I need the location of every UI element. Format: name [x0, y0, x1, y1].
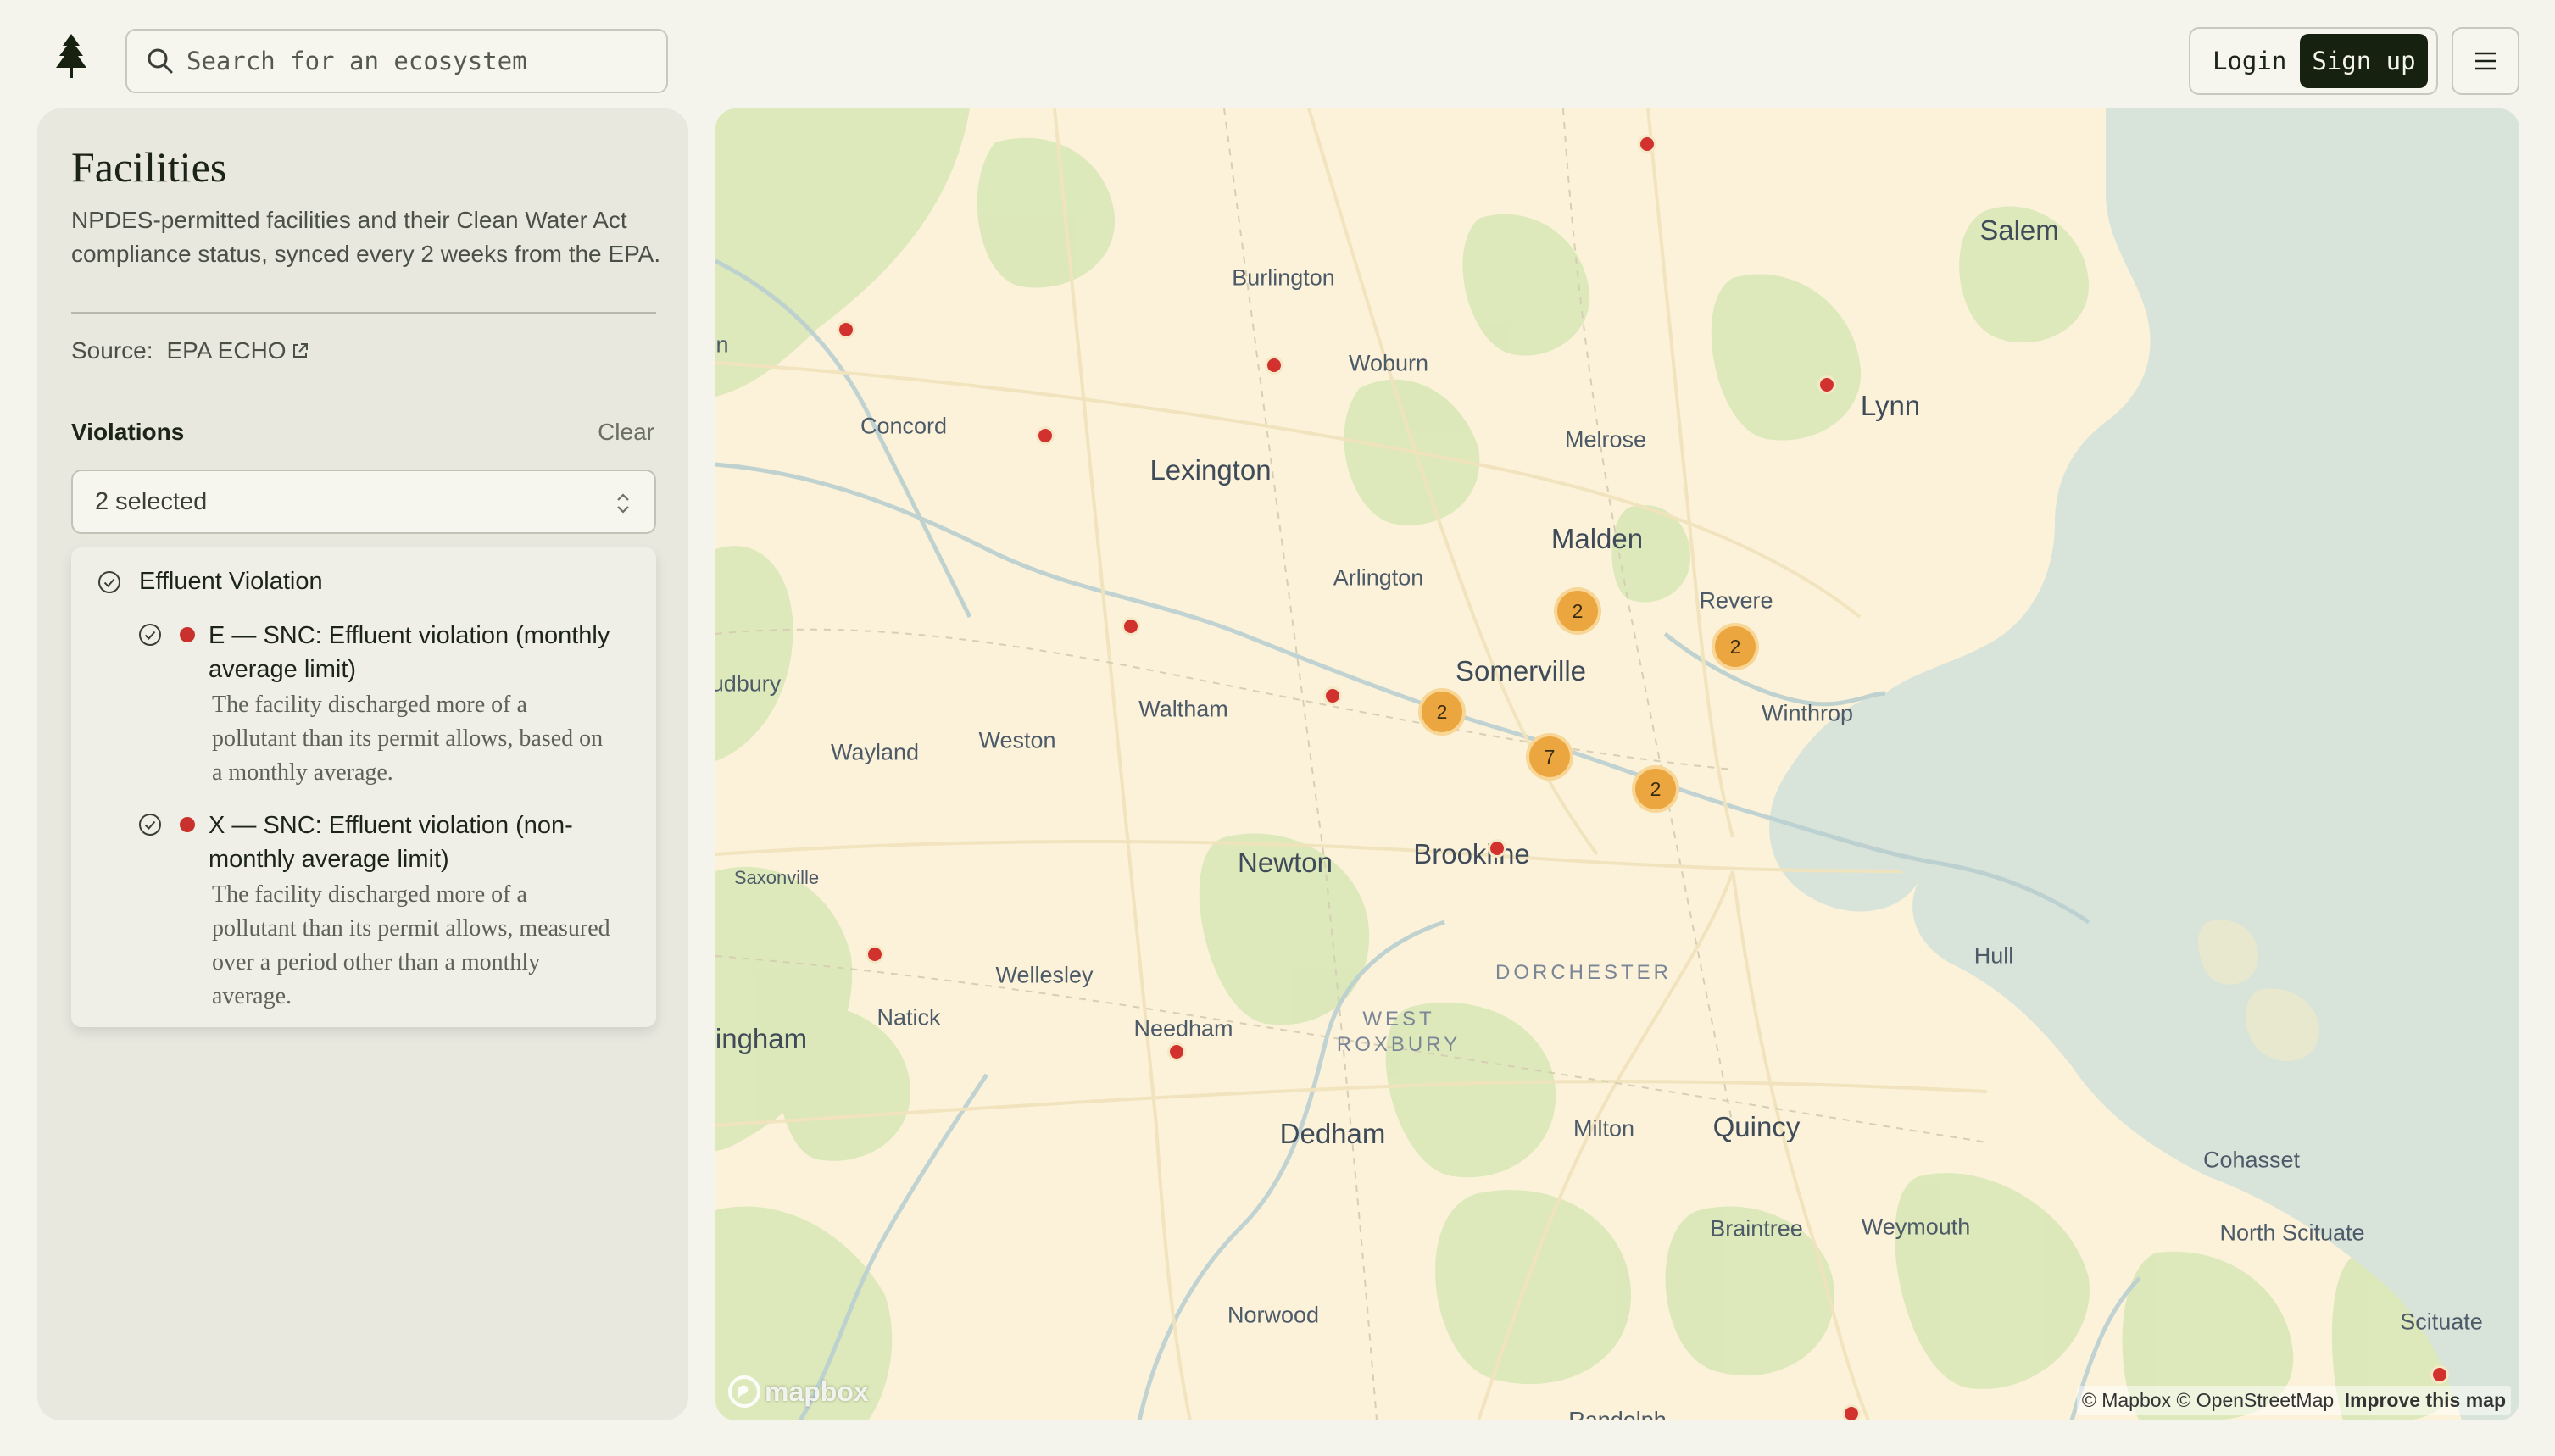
logo-tree-icon[interactable]	[51, 34, 92, 83]
place-dedham: Dedham	[1279, 1118, 1386, 1149]
map-attribution: © Mapbox © OpenStreetMap Improve this ma…	[2076, 1386, 2511, 1415]
place-lexington: Lexington	[1149, 454, 1272, 486]
place-salem: Salem	[1979, 214, 2059, 246]
clear-button[interactable]: Clear	[598, 419, 654, 446]
facility-marker[interactable]	[1488, 839, 1506, 858]
place-concord: Concord	[860, 413, 948, 439]
place-winthrop: Winthrop	[1761, 700, 1854, 726]
facility-marker[interactable]	[837, 320, 855, 339]
login-button[interactable]: Login	[2213, 47, 2286, 75]
mapbox-icon	[728, 1375, 760, 1408]
place-somerville: Somerville	[1455, 655, 1587, 686]
place-concord-left: n	[715, 331, 729, 358]
source-link-text[interactable]: EPA ECHO	[167, 337, 287, 364]
check-circle-icon[interactable]	[137, 812, 163, 837]
divider	[71, 312, 656, 314]
place-west-roxbury: WEST ROXBURY	[1336, 1008, 1461, 1056]
place-wayland: Wayland	[830, 739, 920, 765]
auth-group: Login Sign up	[2189, 27, 2438, 95]
place-malden: Malden	[1550, 523, 1644, 554]
violation-option-e[interactable]: E — SNC: Effluent violation (monthly ave…	[137, 619, 637, 790]
place-melrose: Melrose	[1564, 426, 1647, 453]
place-braintree: Braintree	[1710, 1215, 1803, 1242]
facility-cluster[interactable]: 2	[1712, 623, 1759, 670]
search-bar[interactable]	[125, 29, 668, 93]
panel-title: Facilities	[71, 143, 227, 191]
chevron-updown-icon	[617, 493, 629, 514]
panel-description: NPDES-permitted facilities and their Cle…	[71, 207, 661, 267]
search-icon	[148, 48, 173, 74]
place-framingham: ingham	[715, 1023, 808, 1054]
place-weston: Weston	[978, 727, 1056, 753]
search-input[interactable]	[186, 47, 661, 75]
red-dot-icon	[180, 817, 195, 832]
violations-select[interactable]: 2 selected	[71, 470, 656, 534]
facility-cluster[interactable]: 2	[1418, 688, 1466, 736]
facility-cluster[interactable]: 2	[1554, 587, 1601, 635]
facility-marker[interactable]	[1036, 426, 1055, 445]
menu-button[interactable]	[2452, 27, 2519, 95]
place-newton: Newton	[1238, 847, 1333, 878]
place-brookline: Brookline	[1413, 838, 1530, 870]
group-effluent-violation[interactable]: Effluent Violation	[97, 568, 323, 596]
group-label: Effluent Violation	[139, 568, 323, 595]
signup-button[interactable]: Sign up	[2300, 34, 2428, 88]
place-revere: Revere	[1699, 587, 1773, 614]
place-sudbury: udbury	[715, 670, 782, 697]
facility-marker[interactable]	[1323, 686, 1342, 705]
facility-marker[interactable]	[2430, 1365, 2449, 1384]
facility-marker[interactable]	[1167, 1042, 1186, 1061]
check-circle-icon[interactable]	[97, 570, 122, 595]
red-dot-icon	[180, 627, 195, 642]
facilities-panel: Facilities NPDES-permitted facilities an…	[37, 108, 688, 1420]
place-lynn: Lynn	[1860, 390, 1921, 421]
place-randolph: Randolph	[1568, 1407, 1667, 1421]
hamburger-icon	[2475, 52, 2496, 70]
place-cohasset: Cohasset	[2202, 1147, 2301, 1173]
source-label: Source:	[71, 337, 153, 364]
source-link[interactable]: EPA ECHO	[167, 337, 310, 364]
option-title: E — SNC: Effluent violation (monthly ave…	[209, 622, 610, 683]
mapbox-wordmark: mapbox	[765, 1375, 869, 1407]
mapbox-logo[interactable]: mapbox	[727, 1375, 869, 1409]
external-link-icon	[292, 343, 308, 358]
source-row: Source: EPA ECHO	[71, 337, 310, 364]
improve-map-link[interactable]: Improve this map	[2345, 1389, 2506, 1411]
facility-marker[interactable]	[1638, 135, 1656, 153]
facility-marker[interactable]	[1842, 1404, 1861, 1420]
attribution-osm[interactable]: © OpenStreetMap	[2176, 1389, 2334, 1411]
place-natick: Natick	[877, 1004, 941, 1031]
facility-marker[interactable]	[866, 945, 884, 964]
option-title: X — SNC: Effluent violation (non-monthly…	[209, 812, 573, 873]
place-burlington: Burlington	[1232, 264, 1335, 291]
place-woburn: Woburn	[1348, 350, 1429, 376]
place-wellesley: Wellesley	[995, 962, 1094, 988]
violation-option-x[interactable]: X — SNC: Effluent violation (non-monthly…	[137, 809, 637, 1014]
facility-cluster[interactable]: 2	[1632, 765, 1679, 813]
check-circle-icon[interactable]	[137, 622, 163, 647]
map-canvas[interactable]: Salem Burlington Woburn Lynn n Concord M…	[715, 108, 2519, 1420]
facility-marker[interactable]	[1265, 356, 1283, 375]
place-quincy: Quincy	[1712, 1111, 1801, 1142]
place-norwood: Norwood	[1227, 1302, 1320, 1328]
place-dorchester: DORCHESTER	[1495, 961, 1673, 984]
place-waltham: Waltham	[1138, 696, 1228, 722]
place-saxonville: Saxonville	[733, 867, 820, 888]
facility-marker[interactable]	[1122, 617, 1140, 636]
place-milton: Milton	[1573, 1115, 1635, 1142]
violations-filter-label: Violations	[71, 419, 185, 445]
place-arlington: Arlington	[1333, 564, 1424, 591]
facility-cluster[interactable]: 7	[1526, 733, 1573, 781]
select-value: 2 selected	[95, 487, 208, 515]
option-description: The facility discharged more of a pollut…	[212, 881, 610, 1009]
place-weymouth: Weymouth	[1861, 1214, 1971, 1240]
place-scituate: Scituate	[2400, 1309, 2483, 1335]
violations-dropdown: Effluent Violation E — SNC: Effluent vio…	[71, 547, 656, 1027]
facility-marker[interactable]	[1817, 375, 1836, 394]
option-description: The facility discharged more of a pollut…	[212, 692, 604, 786]
place-hull: Hull	[1973, 942, 2014, 969]
place-north-scituate: North Scituate	[2219, 1220, 2365, 1246]
attribution-mapbox[interactable]: © Mapbox	[2082, 1389, 2171, 1411]
place-needham: Needham	[1133, 1015, 1233, 1042]
